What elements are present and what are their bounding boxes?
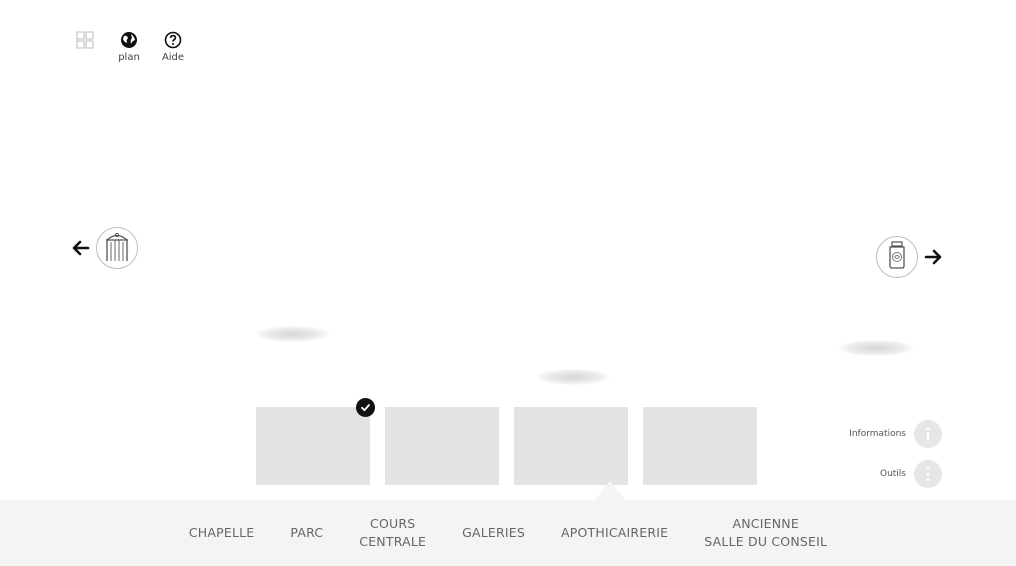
room-thumbnail[interactable]	[256, 398, 375, 485]
arrow-left-icon[interactable]	[70, 237, 92, 259]
previous-room-thumbnail[interactable]	[96, 227, 138, 269]
object-shadow	[838, 340, 914, 356]
room-cours-centrale[interactable]: COURS CENTRALE	[359, 515, 426, 551]
previous-room-nav	[70, 227, 138, 269]
checkmark-icon	[356, 398, 375, 417]
next-room-thumbnail[interactable]	[876, 236, 918, 278]
plan-button[interactable]: plan	[114, 30, 144, 63]
grid-view-button[interactable]	[70, 30, 100, 52]
apothecary-jar-icon	[884, 240, 910, 275]
top-toolbar: plan Aide	[70, 30, 188, 63]
room-thumbnail[interactable]	[385, 407, 499, 485]
informations-label: Informations	[849, 429, 906, 439]
plan-label: plan	[118, 52, 140, 63]
room-galeries[interactable]: GALERIES	[462, 524, 525, 542]
outils-label: Outils	[879, 469, 906, 479]
active-room-pointer	[594, 481, 626, 501]
help-label: Aide	[161, 52, 185, 63]
room-menu: CHAPELLE PARC COURS CENTRALE GALERIES AP…	[0, 500, 1016, 566]
gate-icon	[104, 230, 130, 267]
grid-icon	[75, 30, 95, 50]
room-thumbnail[interactable]	[514, 407, 628, 485]
more-vertical-icon	[914, 460, 942, 488]
info-icon	[914, 420, 942, 448]
room-thumbnail[interactable]	[643, 407, 757, 485]
outils-button[interactable]: Outils	[880, 460, 942, 488]
room-parc[interactable]: PARC	[290, 524, 323, 542]
object-shadow	[256, 326, 330, 342]
help-icon	[163, 30, 183, 50]
room-thumbnails	[256, 398, 757, 485]
next-room-nav	[876, 236, 944, 278]
informations-button[interactable]: Informations	[849, 420, 942, 448]
globe-icon	[119, 30, 139, 50]
object-shadow	[536, 369, 610, 385]
room-apothicairerie[interactable]: APOTHICAIRERIE	[561, 524, 668, 542]
room-chapelle[interactable]: CHAPELLE	[189, 524, 255, 542]
side-actions: Informations Outils	[849, 420, 942, 488]
help-button[interactable]: Aide	[158, 30, 188, 63]
arrow-right-icon[interactable]	[922, 246, 944, 268]
room-ancienne-salle-du-conseil[interactable]: ANCIENNE SALLE DU CONSEIL	[704, 515, 827, 551]
